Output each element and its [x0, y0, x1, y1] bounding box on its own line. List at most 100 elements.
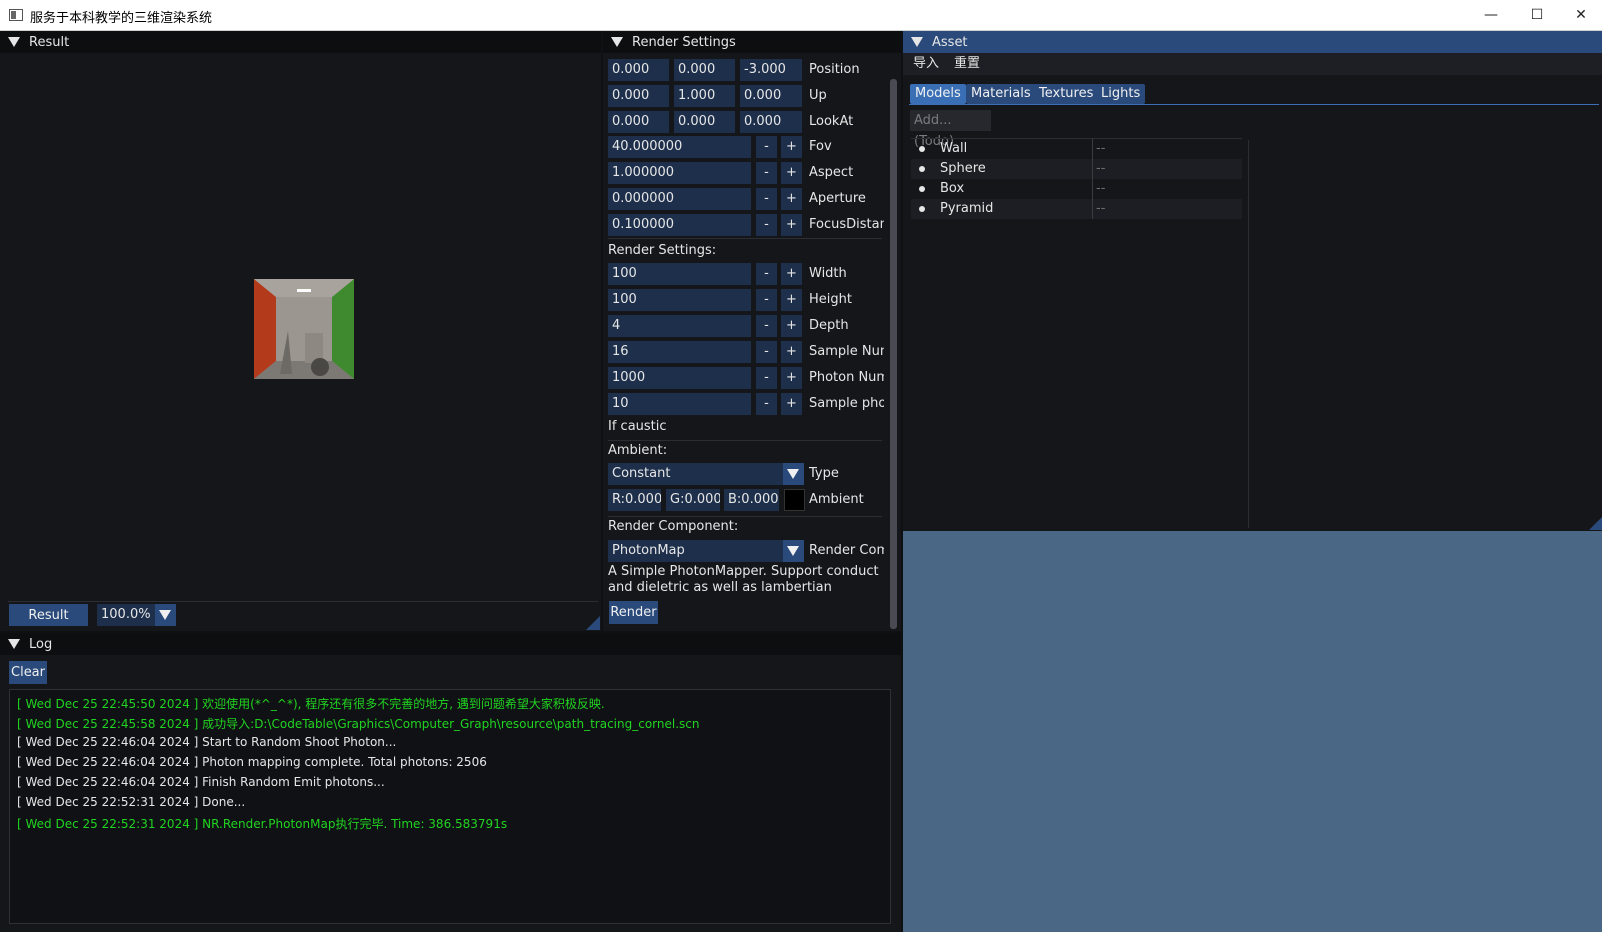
tab-materials[interactable]: Materials — [966, 84, 1036, 104]
render-settings-header[interactable]: Render Settings — [603, 31, 901, 53]
sample-num-field[interactable]: 16 — [608, 341, 751, 363]
camera-position-y-field[interactable]: 0.000 — [674, 59, 735, 81]
model-value: -- — [1096, 141, 1106, 156]
bullet-icon — [919, 186, 925, 192]
photon-num-decrement-button[interactable]: - — [756, 367, 777, 389]
aspect-increment-button[interactable]: + — [781, 162, 802, 184]
photon-num-field[interactable]: 1000 — [608, 367, 751, 389]
camera-position-z-field[interactable]: -3.000 — [740, 59, 802, 81]
width-increment-button[interactable]: + — [781, 263, 802, 285]
collapse-triangle-icon — [611, 37, 623, 47]
render-component-select[interactable]: PhotonMap — [608, 540, 783, 562]
aspect-field[interactable]: 1.000000 — [608, 162, 751, 184]
model-value: -- — [1096, 201, 1106, 216]
render-component-label: Render Comp — [809, 543, 884, 558]
sample-num-increment-button[interactable]: + — [781, 341, 802, 363]
menu-import[interactable]: 导入 — [913, 53, 939, 75]
tab-lights[interactable]: Lights — [1096, 84, 1146, 104]
render-settings-section-label: Render Settings: — [608, 243, 717, 258]
window-title: 服务于本科教学的三维渲染系统 — [30, 11, 213, 26]
minimize-button[interactable]: — — [1468, 0, 1514, 30]
tab-underline — [909, 104, 1599, 105]
sample-phot-label: Sample phot — [809, 396, 884, 411]
aperture-increment-button[interactable]: + — [781, 188, 802, 210]
resize-grip-icon[interactable] — [1589, 517, 1602, 530]
aperture-field[interactable]: 0.000000 — [608, 188, 751, 210]
resize-grip-icon[interactable] — [586, 616, 600, 630]
height-increment-button[interactable]: + — [781, 289, 802, 311]
camera-up-label: Up — [809, 88, 827, 103]
component-description-line1: A Simple PhotonMapper. Support conduct — [608, 564, 879, 579]
ambient-g-field[interactable]: G:0.000 — [666, 489, 720, 511]
render-settings-title: Render Settings — [632, 34, 736, 50]
menu-reset[interactable]: 重置 — [954, 53, 980, 75]
viewport-background[interactable] — [903, 531, 1602, 932]
camera-lookat-z-field[interactable]: 0.000 — [740, 111, 802, 133]
render-component-dropdown-arrow-icon[interactable] — [783, 540, 804, 562]
photon-num-increment-button[interactable]: + — [781, 367, 802, 389]
fov-field[interactable]: 40.000000 — [608, 136, 751, 158]
height-field[interactable]: 100 — [608, 289, 751, 311]
maximize-button[interactable]: ☐ — [1514, 0, 1560, 30]
fov-label: Fov — [809, 139, 832, 154]
height-decrement-button[interactable]: - — [756, 289, 777, 311]
ambient-r-field[interactable]: R:0.000 — [608, 489, 661, 511]
result-panel-header[interactable]: Result — [0, 31, 601, 53]
zoom-select[interactable]: 100.0% — [97, 604, 155, 626]
tab-textures[interactable]: Textures — [1034, 84, 1099, 104]
if-caustic-checkbox-label[interactable]: If caustic — [608, 416, 667, 438]
fov-increment-button[interactable]: + — [781, 136, 802, 158]
focusdistanc-decrement-button[interactable]: - — [756, 214, 777, 236]
sample-num-decrement-button[interactable]: - — [756, 341, 777, 363]
ambient-color-swatch[interactable] — [784, 489, 805, 511]
render-settings-separator — [608, 238, 882, 239]
depth-field[interactable]: 4 — [608, 315, 751, 337]
list-item[interactable]: Wall -- — [911, 139, 1242, 159]
result-view-button[interactable]: Result — [9, 604, 88, 626]
tree-column-cell — [911, 159, 1093, 179]
ambient-b-field[interactable]: B:0.000 — [724, 489, 779, 511]
ambient-type-select[interactable]: Constant — [608, 463, 783, 485]
ambient-color-label: Ambient — [809, 492, 864, 507]
depth-increment-button[interactable]: + — [781, 315, 802, 337]
log-panel-header[interactable]: Log — [0, 633, 901, 655]
log-entry: [ Wed Dec 25 22:52:31 2024 ] Done... — [17, 795, 246, 809]
camera-up-y-field[interactable]: 1.000 — [674, 85, 735, 107]
render-settings-scrollbar[interactable] — [890, 79, 897, 629]
camera-lookat-y-field[interactable]: 0.000 — [674, 111, 735, 133]
focusdistanc-increment-button[interactable]: + — [781, 214, 802, 236]
width-decrement-button[interactable]: - — [756, 263, 777, 285]
focusdistanc-field[interactable]: 0.100000 — [608, 214, 751, 236]
asset-panel-header[interactable]: Asset — [903, 31, 1602, 53]
collapse-triangle-icon — [911, 37, 923, 47]
fov-decrement-button[interactable]: - — [756, 136, 777, 158]
camera-up-z-field[interactable]: 0.000 — [740, 85, 802, 107]
list-item[interactable]: Sphere -- — [911, 159, 1242, 179]
render-button[interactable]: Render — [609, 601, 658, 624]
sample-num-label: Sample Num — [809, 344, 884, 359]
log-entry: [ Wed Dec 25 22:45:50 2024 ] 欢迎使用(*^_^*)… — [17, 697, 605, 711]
clear-log-button[interactable]: Clear — [9, 661, 47, 684]
model-value: -- — [1096, 181, 1106, 196]
sample-phot-field[interactable]: 10 — [608, 393, 751, 415]
render-component-section-label: Render Component: — [608, 519, 739, 534]
list-item[interactable]: Pyramid -- — [911, 199, 1242, 219]
camera-up-x-field[interactable]: 0.000 — [608, 85, 669, 107]
aspect-decrement-button[interactable]: - — [756, 162, 777, 184]
sample-phot-increment-button[interactable]: + — [781, 393, 802, 415]
ambient-type-dropdown-arrow-icon[interactable] — [783, 463, 804, 485]
aperture-label: Aperture — [809, 191, 866, 206]
camera-lookat-label: LookAt — [809, 114, 854, 129]
add-model-button[interactable]: Add...(Todo) — [910, 110, 991, 149]
aperture-decrement-button[interactable]: - — [756, 188, 777, 210]
asset-menu-bar — [903, 53, 1602, 75]
depth-decrement-button[interactable]: - — [756, 315, 777, 337]
width-field[interactable]: 100 — [608, 263, 751, 285]
zoom-dropdown-arrow-icon[interactable] — [155, 604, 176, 626]
list-item[interactable]: Box -- — [911, 179, 1242, 199]
sample-phot-decrement-button[interactable]: - — [756, 393, 777, 415]
camera-position-x-field[interactable]: 0.000 — [608, 59, 669, 81]
camera-lookat-x-field[interactable]: 0.000 — [608, 111, 669, 133]
close-button[interactable]: ✕ — [1558, 0, 1602, 30]
tab-models[interactable]: Models — [910, 84, 966, 104]
